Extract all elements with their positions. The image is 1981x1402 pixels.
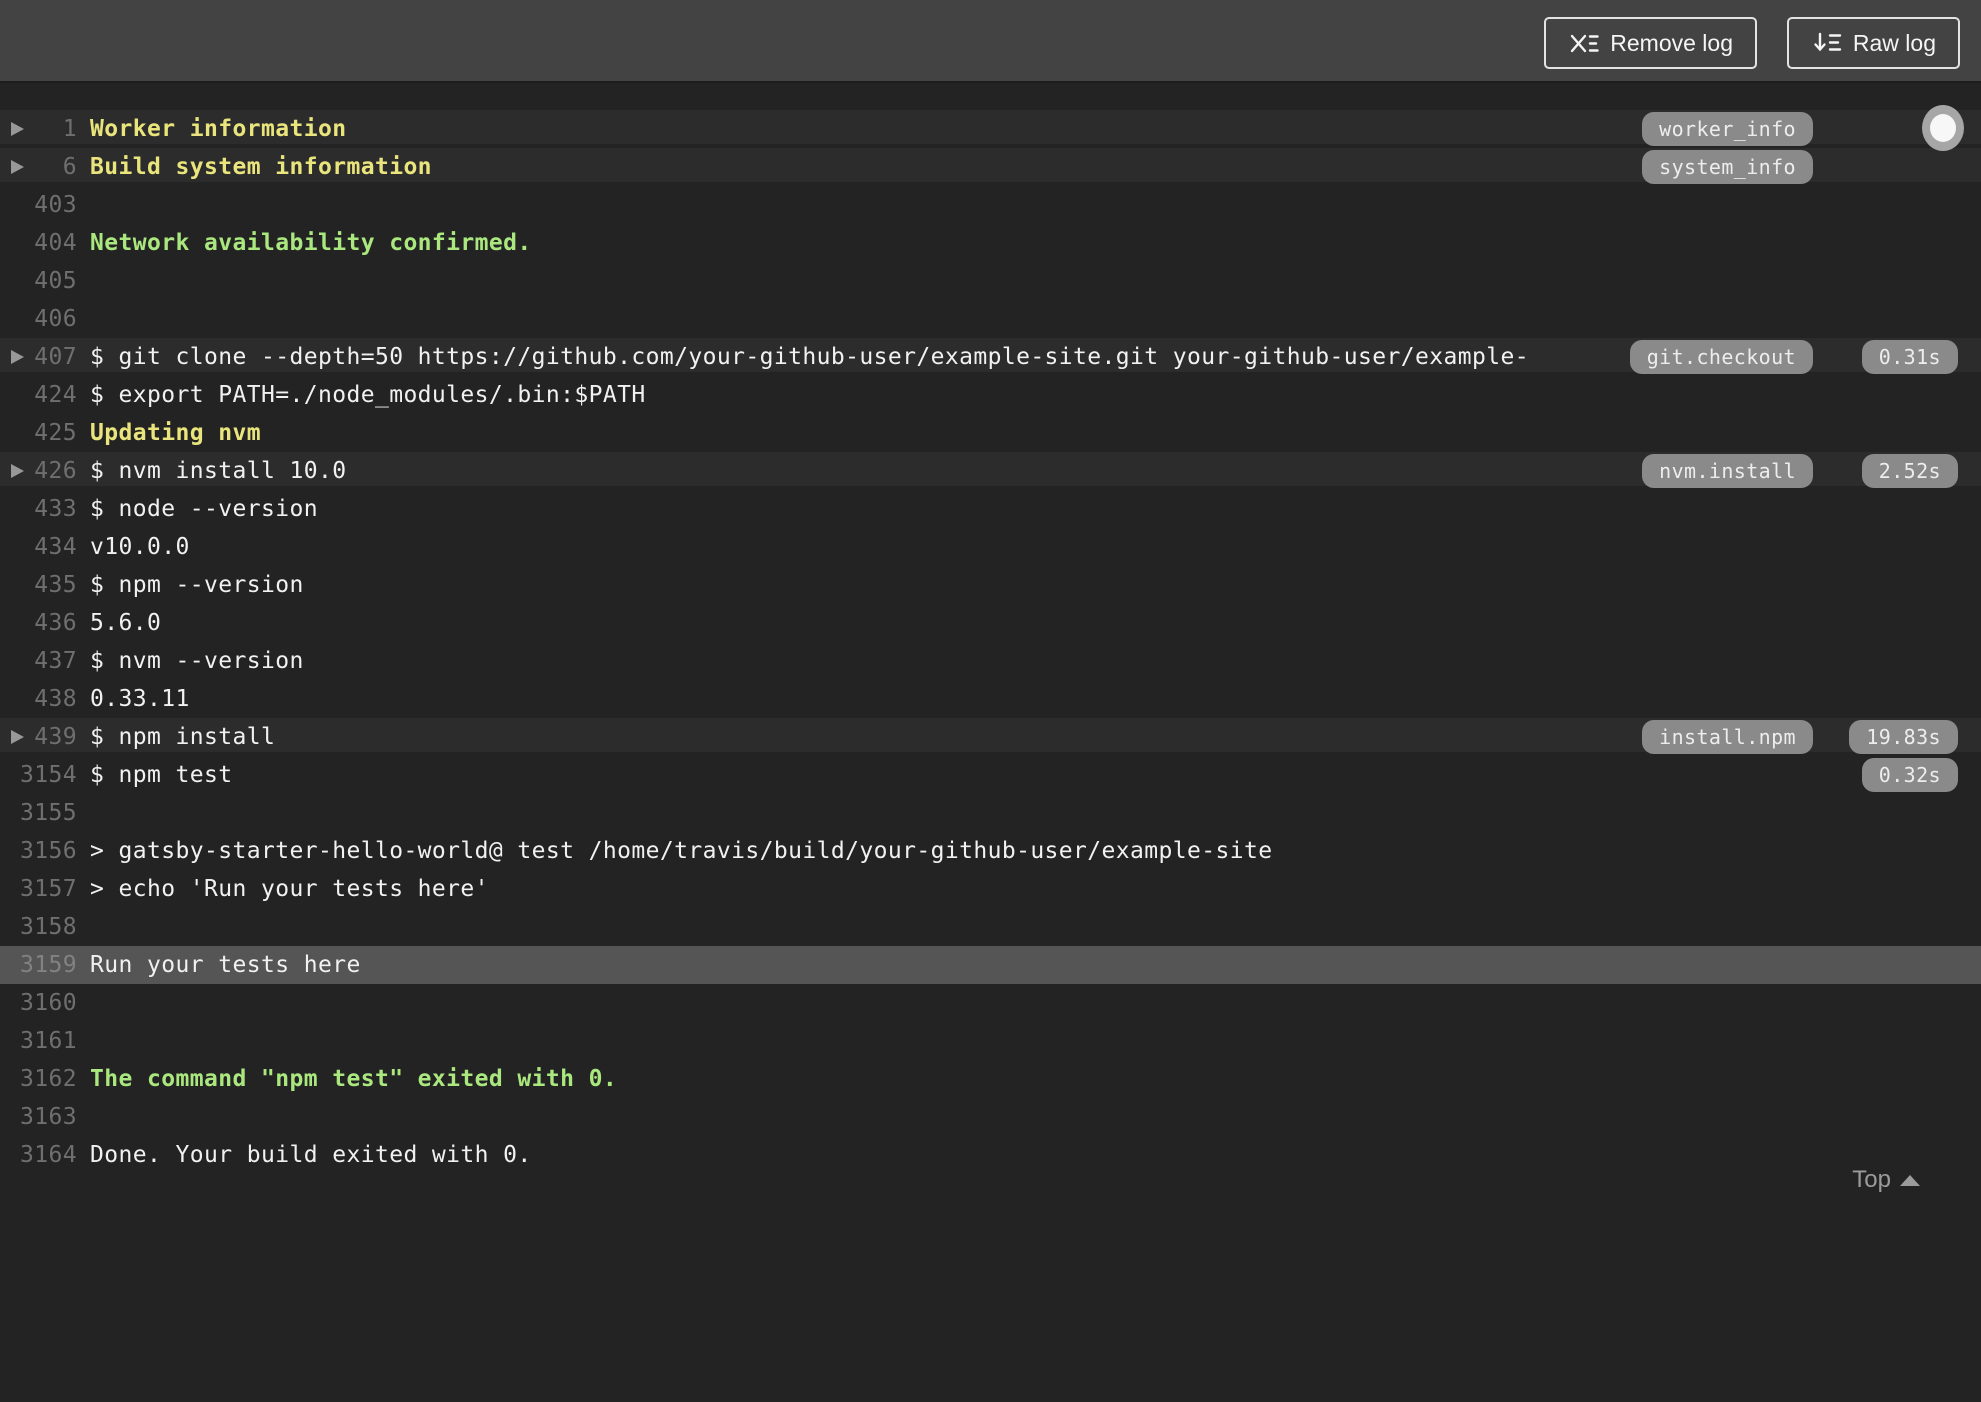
line-number[interactable]: 3162 [0,1060,77,1098]
line-number[interactable]: 425 [0,414,77,452]
line-text: > echo 'Run your tests here' [90,876,489,902]
line-number[interactable]: 434 [0,528,77,566]
line-text: $ node --version [90,496,318,522]
line-number[interactable]: 3157 [0,870,77,908]
line-number[interactable]: 405 [0,262,77,300]
log-row: 405 [0,262,1981,300]
fold-tag-badge: install.npm [1642,720,1813,754]
log-row: 1 Worker information worker_info [0,110,1981,148]
raw-log-button[interactable]: Raw log [1786,17,1960,69]
log-row: 406 [0,300,1981,338]
duration-badge: 2.52s [1861,454,1958,488]
line-text: Updating nvm [90,420,261,446]
line-text: Run your tests here [90,952,361,978]
log-row: 3160 [0,984,1981,1022]
line-text: Done. Your build exited with 0. [90,1142,532,1168]
log-row: 439 $ npm install install.npm 19.83s [0,718,1981,756]
line-text: The command "npm test" exited with 0. [90,1066,618,1092]
line-number[interactable]: 404 [0,224,77,262]
line-text: $ git clone --depth=50 https://github.co… [90,344,1529,370]
log-row: 6 Build system information system_info [0,148,1981,186]
log-row: 426 $ nvm install 10.0 nvm.install 2.52s [0,452,1981,490]
line-text: 0.33.11 [90,686,190,712]
line-text: > gatsby-starter-hello-world@ test /home… [90,838,1273,864]
log-row: 436 5.6.0 [0,604,1981,642]
line-number[interactable]: 403 [0,186,77,224]
line-text: 5.6.0 [90,610,162,636]
log-row: 433 $ node --version [0,490,1981,528]
log-row: 3155 [0,794,1981,832]
line-text: Worker information [90,116,347,142]
line-number[interactable]: 436 [0,604,77,642]
line-number[interactable]: 426 [0,452,77,490]
line-number[interactable]: 437 [0,642,77,680]
line-text: $ npm install [90,724,276,750]
line-number[interactable]: 3154 [0,756,77,794]
log-row: 3161 [0,1022,1981,1060]
line-number[interactable]: 3163 [0,1098,77,1136]
line-text: $ nvm --version [90,648,304,674]
duration-badge: 0.32s [1861,758,1958,792]
log-row: 3163 [0,1098,1981,1136]
log-row: 438 0.33.11 [0,680,1981,718]
line-text: $ npm --version [90,572,304,598]
log-row: 437 $ nvm --version [0,642,1981,680]
remove-log-icon [1568,30,1599,57]
log-row: 434 v10.0.0 [0,528,1981,566]
log-row: 3159 Run your tests here [0,946,1981,984]
log-row: 3164 Done. Your build exited with 0. [0,1136,1981,1174]
line-number[interactable]: 435 [0,566,77,604]
top-link[interactable]: Top [1852,1166,1920,1194]
line-number[interactable]: 3160 [0,984,77,1022]
log-row: 3162 The command "npm test" exited with … [0,1060,1981,1098]
line-number[interactable]: 1 [0,110,77,148]
line-number[interactable]: 424 [0,376,77,414]
log-row: 3156 > gatsby-starter-hello-world@ test … [0,832,1981,870]
log-rows: 1 Worker information worker_info 6 Build… [0,110,1981,1174]
duration-badge: 19.83s [1849,720,1958,754]
line-text: $ export PATH=./node_modules/.bin:$PATH [90,382,646,408]
line-text: v10.0.0 [90,534,190,560]
line-number[interactable]: 3164 [0,1136,77,1174]
log-row: 3154 $ npm test 0.32s [0,756,1981,794]
fold-tag-badge: system_info [1642,150,1813,184]
top-link-label: Top [1852,1166,1891,1193]
log-row: 407 $ git clone --depth=50 https://githu… [0,338,1981,376]
line-text: Network availability confirmed. [90,230,532,256]
line-text: Build system information [90,154,432,180]
log-row: 425 Updating nvm [0,414,1981,452]
line-number[interactable]: 3158 [0,908,77,946]
log-row: 403 [0,186,1981,224]
duration-badge: 0.31s [1861,340,1958,374]
fold-tag-badge: git.checkout [1629,340,1813,374]
raw-log-label: Raw log [1852,29,1936,56]
line-number[interactable]: 3156 [0,832,77,870]
scroll-knob[interactable] [1922,105,1964,151]
fold-tag-badge: nvm.install [1642,454,1813,488]
line-number[interactable]: 433 [0,490,77,528]
fold-tag-badge: worker_info [1642,112,1813,146]
line-number[interactable]: 406 [0,300,77,338]
line-number[interactable]: 3155 [0,794,77,832]
line-text: $ nvm install 10.0 [90,458,347,484]
line-number[interactable]: 3159 [0,946,77,984]
line-number[interactable]: 438 [0,680,77,718]
log-row: 404 Network availability confirmed. [0,224,1981,262]
line-number[interactable]: 439 [0,718,77,756]
line-text: $ npm test [90,762,233,788]
line-number[interactable]: 407 [0,338,77,376]
toolbar: Remove log Raw log [0,0,1981,83]
log-row: 424 $ export PATH=./node_modules/.bin:$P… [0,376,1981,414]
raw-log-icon [1811,30,1842,57]
log-row: 435 $ npm --version [0,566,1981,604]
line-number[interactable]: 3161 [0,1022,77,1060]
log-container[interactable]: 1 Worker information worker_info 6 Build… [0,83,1981,1206]
remove-log-label: Remove log [1610,29,1733,56]
log-row: 3158 [0,908,1981,946]
top-arrow-icon [1900,1174,1920,1186]
remove-log-button[interactable]: Remove log [1544,17,1757,69]
line-number[interactable]: 6 [0,148,77,186]
log-row: 3157 > echo 'Run your tests here' [0,870,1981,908]
